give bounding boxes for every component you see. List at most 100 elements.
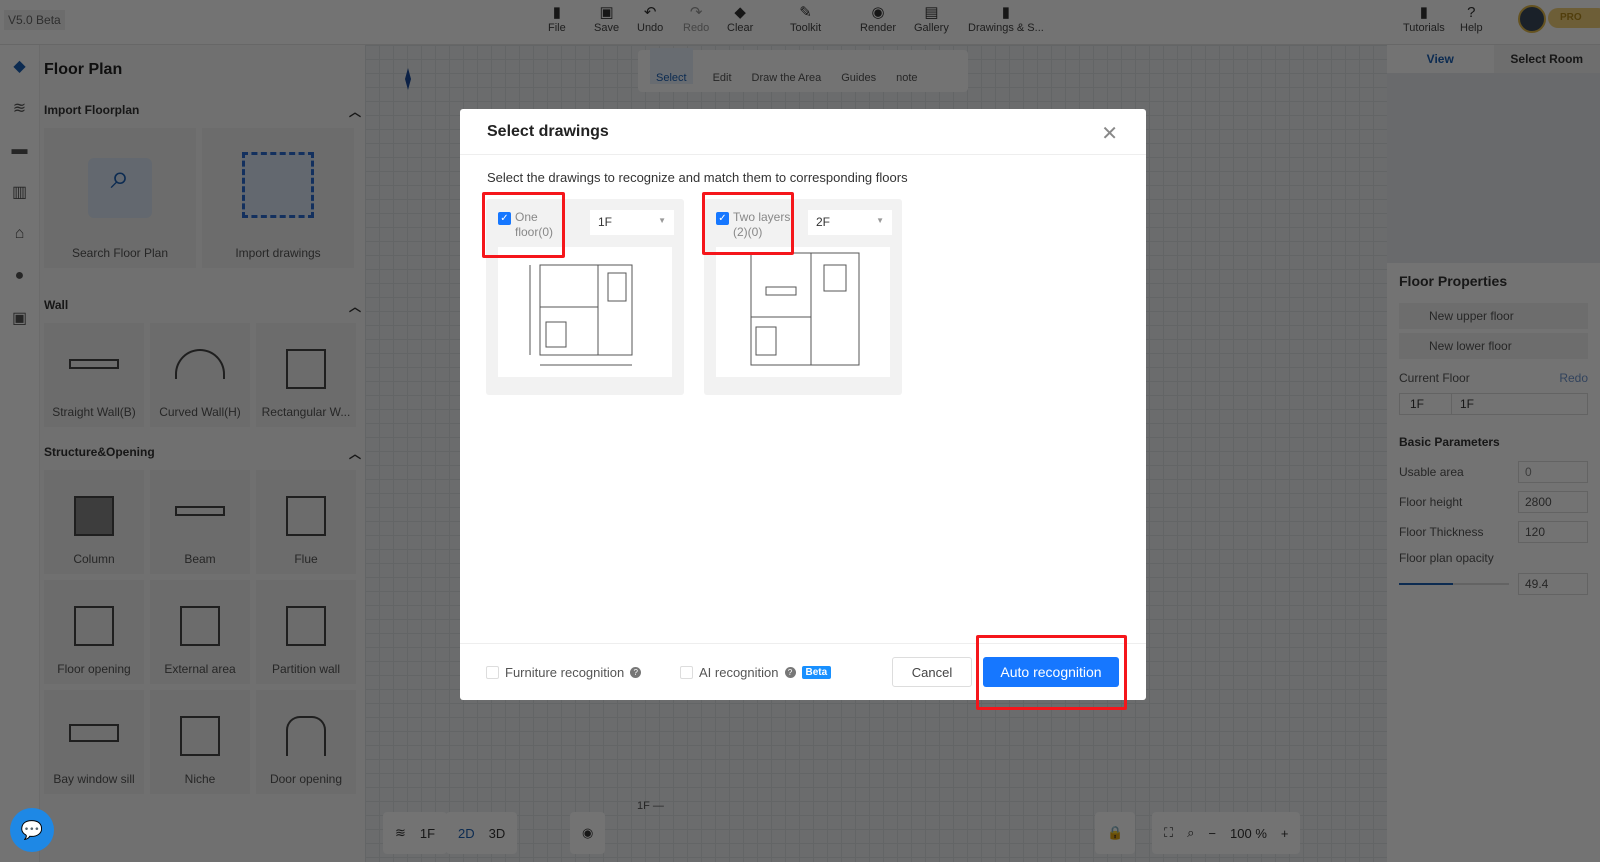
tool-tile[interactable]: Rectangular W... — [256, 323, 356, 427]
zoom-in-button[interactable]: + — [1281, 826, 1289, 841]
floor-height-input[interactable]: 2800 — [1518, 491, 1588, 513]
zoom-input[interactable]: 100 % — [1230, 826, 1267, 841]
house-icon[interactable]: ⌂ — [0, 213, 39, 255]
import-drawings-tile[interactable]: Import drawings — [202, 128, 354, 268]
zoom-out-button[interactable]: − — [1208, 826, 1216, 841]
chevron-up-icon: ︿ — [348, 105, 361, 119]
select-tool[interactable]: Select — [650, 48, 693, 84]
3d-preview[interactable] — [1387, 73, 1600, 263]
redo-icon: ↷ — [689, 4, 703, 21]
help-button[interactable]: ? Help — [1460, 4, 1483, 34]
section-structure[interactable]: Structure&Opening ︿ — [40, 437, 365, 470]
drawings-icon: ▮ — [1001, 4, 1011, 21]
section-wall[interactable]: Wall ︿ — [40, 290, 365, 323]
floorplan-icon[interactable]: ◆ — [0, 45, 39, 87]
zoom-area-icon[interactable]: ⌕ — [1187, 825, 1194, 841]
floor-select[interactable]: 2F ▼ — [808, 210, 892, 235]
undo-button[interactable]: ↶ Undo — [637, 4, 663, 34]
tool-tile[interactable]: Partition wall — [256, 580, 356, 684]
help-icon[interactable]: ? — [630, 667, 642, 678]
dialog-title: Select drawings — [460, 109, 1146, 155]
drawing-checkbox[interactable]: ✓ — [498, 212, 511, 225]
rect-wall-icon — [286, 349, 326, 389]
tool-tile[interactable]: Bay window sill — [44, 690, 144, 794]
tab-view[interactable]: View — [1387, 45, 1494, 73]
param-label: Floor height — [1399, 495, 1463, 509]
tab-select-room[interactable]: Select Room — [1494, 45, 1600, 73]
tool-tile[interactable]: External area — [150, 580, 250, 684]
redo-link[interactable]: Redo — [1559, 371, 1588, 385]
view-3d-button[interactable]: 3D — [489, 826, 506, 841]
section-import[interactable]: Import Floorplan ︿ — [40, 95, 365, 128]
furniture-icon[interactable]: ▬ — [0, 129, 39, 171]
tool-tile[interactable]: Niche — [150, 690, 250, 794]
furniture-recognition-checkbox[interactable]: Furniture recognition? — [486, 665, 642, 680]
tool-tile[interactable]: Beam — [150, 470, 250, 574]
floor-select[interactable]: 1F ▼ — [590, 210, 674, 235]
usable-area-input: 0 — [1518, 461, 1588, 483]
camera-icon: ◉ — [871, 4, 885, 21]
save-button[interactable]: ▣ Save — [594, 4, 619, 34]
cabinet-icon[interactable]: ▥ — [0, 171, 39, 213]
search-floor-plan-tile[interactable]: ⌕ Search Floor Plan — [44, 128, 196, 268]
redo-button[interactable]: ↷ Redo — [683, 4, 709, 34]
floor-thickness-input[interactable]: 120 — [1518, 521, 1588, 543]
caret-down-icon: ▼ — [658, 216, 666, 225]
eraser-icon: ◆ — [734, 4, 746, 21]
floor-switcher[interactable]: ≋ 1F — [383, 812, 448, 854]
tutorials-button[interactable]: ▮ Tutorials — [1403, 4, 1445, 34]
icon-sidebar: ◆ ≋ ▬ ▥ ⌂ ● ▣ — [0, 45, 40, 862]
close-icon[interactable]: ✕ — [1101, 121, 1118, 146]
ai-recognition-checkbox[interactable]: AI recognition? Beta — [680, 665, 832, 680]
chat-button[interactable]: 💬 — [10, 808, 54, 852]
note-tool[interactable]: note — [896, 72, 917, 84]
file-button[interactable]: ▮ File — [548, 4, 566, 34]
opacity-input[interactable]: 49.4 — [1518, 573, 1588, 595]
lock-button[interactable]: 🔒 — [1095, 812, 1136, 854]
view-2d-button[interactable]: 2D — [458, 826, 475, 841]
drawing-checkbox[interactable]: ✓ — [716, 212, 729, 225]
new-lower-floor-button[interactable]: New lower floor — [1399, 333, 1588, 359]
toolkit-button[interactable]: ✎ Toolkit — [790, 4, 821, 34]
tool-tile[interactable]: Column — [44, 470, 144, 574]
tool-tile[interactable]: Floor opening — [44, 580, 144, 684]
visibility-button[interactable]: ◉ — [570, 812, 606, 854]
tool-tile[interactable]: Straight Wall(B) — [44, 323, 144, 427]
floor-select[interactable]: 1F — [1400, 394, 1452, 414]
select-drawings-dialog: Select drawings ✕ Select the drawings to… — [460, 109, 1146, 710]
undo-icon: ↶ — [643, 4, 657, 21]
basic-params-header[interactable]: Basic Parameters — [1387, 427, 1600, 457]
search-icon: ⌕ — [88, 158, 152, 218]
floor-name-input[interactable]: 1F — [1452, 394, 1482, 414]
tool-tile[interactable]: Door opening — [256, 690, 356, 794]
drawing-name: One floor(0) — [515, 210, 554, 239]
opacity-label: Floor plan opacity — [1399, 551, 1494, 565]
pro-badge[interactable]: PRO — [1548, 8, 1600, 28]
external-area-icon — [180, 606, 220, 646]
new-upper-floor-button[interactable]: New upper floor — [1399, 303, 1588, 329]
version-badge: V5.0 Beta — [4, 10, 65, 30]
book-icon: ▮ — [1419, 4, 1429, 21]
opacity-slider[interactable] — [1399, 583, 1509, 585]
edit-tool[interactable]: Edit — [713, 72, 732, 84]
box-icon[interactable]: ▣ — [0, 297, 39, 339]
drawing-thumbnail[interactable] — [498, 247, 672, 377]
cancel-button[interactable]: Cancel — [892, 657, 972, 687]
fit-icon[interactable]: ⛶ — [1164, 825, 1173, 841]
guides-tool[interactable]: Guides — [841, 72, 876, 84]
help-icon[interactable]: ? — [784, 667, 796, 678]
layers-icon[interactable]: ≋ — [0, 87, 39, 129]
person-icon[interactable]: ● — [0, 255, 39, 297]
drawings-button[interactable]: ▮ Drawings & S... — [968, 4, 1044, 34]
help-icon: ? — [1467, 4, 1476, 21]
tool-tile[interactable]: Flue — [256, 470, 356, 574]
avatar[interactable] — [1518, 5, 1546, 33]
auto-recognition-button[interactable]: Auto recognition — [983, 657, 1119, 687]
left-panel: Floor Plan Import Floorplan ︿ ⌕ Search Flo… — [40, 45, 365, 862]
drawing-thumbnail[interactable] — [716, 247, 890, 377]
draw-area-tool[interactable]: Draw the Area — [752, 72, 822, 84]
tool-tile[interactable]: Curved Wall(H) — [150, 323, 250, 427]
clear-button[interactable]: ◆ Clear — [727, 4, 753, 34]
gallery-button[interactable]: ▤ Gallery — [914, 4, 949, 34]
render-button[interactable]: ◉ Render — [860, 4, 896, 34]
